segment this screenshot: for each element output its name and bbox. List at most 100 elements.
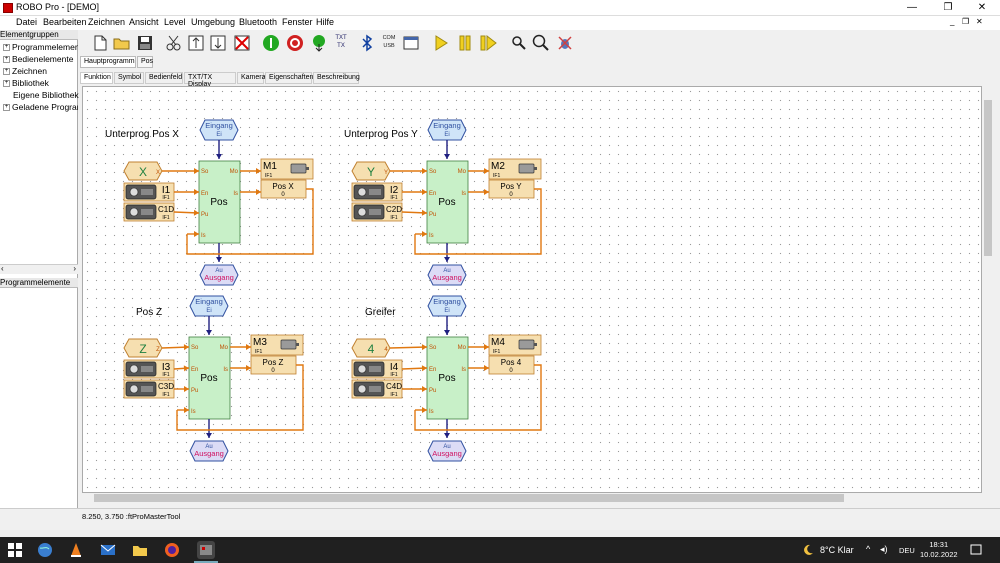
subroutine-name: Pos	[438, 197, 455, 208]
step-icon[interactable]	[479, 34, 497, 52]
start-online-icon[interactable]	[262, 34, 280, 52]
sensor-if: IF1	[390, 372, 397, 378]
save-icon[interactable]	[136, 34, 154, 52]
panel-horizontal-scrollbar[interactable]: ‹ ›	[0, 264, 78, 274]
tree-item-geladene-programme[interactable]: +Geladene Programme	[3, 102, 78, 112]
port-is: Is	[201, 233, 206, 239]
firefox-icon[interactable]	[163, 541, 181, 559]
menu-datei[interactable]: Datei	[16, 17, 37, 27]
eingang-label: Eingang	[433, 121, 461, 130]
play-icon[interactable]	[432, 34, 450, 52]
mdi-minimize-button[interactable]: _	[950, 17, 954, 26]
mdi-close-button[interactable]: ✕	[976, 17, 983, 26]
menu-bluetooth[interactable]: Bluetooth	[239, 17, 277, 27]
tree-item-bibliothek[interactable]: + Bibliothek	[3, 78, 78, 88]
weather-text[interactable]: 8°C Klar	[820, 545, 854, 555]
paste-icon[interactable]	[209, 34, 227, 52]
tab-beschreibung[interactable]: Beschreibung	[313, 72, 360, 84]
close-button[interactable]: ✕	[966, 0, 998, 16]
variable-name: 4	[368, 342, 375, 356]
menu-zeichnen[interactable]: Zeichnen	[88, 17, 125, 27]
control-panel-window-icon[interactable]	[402, 34, 420, 52]
mdi-restore-button[interactable]: ❐	[962, 17, 969, 26]
expand-icon[interactable]: +	[3, 56, 10, 64]
cut-icon[interactable]	[165, 34, 183, 52]
maximize-button[interactable]: ❐	[932, 0, 964, 16]
robo-pro-taskbar-icon[interactable]	[197, 541, 215, 559]
copy-icon[interactable]	[187, 34, 205, 52]
eingang-sub: Ei	[444, 132, 449, 138]
menu-ansicht[interactable]: Ansicht	[129, 17, 159, 27]
flow-diagram[interactable]: Unterprog Pos X Eingang Ei Pos So En Pu Is Mo Is A…	[83, 87, 982, 493]
expand-icon[interactable]: +	[3, 68, 10, 76]
tree-item-zeichnen[interactable]: + Zeichnen	[3, 66, 78, 76]
horizontal-scrollbar[interactable]	[82, 493, 982, 503]
variable-name: X	[139, 165, 147, 179]
tree-item-bedienelemente[interactable]: + Bedienelemente	[3, 54, 78, 64]
tab-hauptprogramm[interactable]: Hauptprogramm	[80, 56, 136, 68]
file-explorer-icon[interactable]	[131, 541, 149, 559]
program-canvas[interactable]: Unterprog Pos X Eingang Ei Pos So En Pu Is Mo Is A…	[82, 86, 982, 493]
pause-icon[interactable]	[456, 34, 474, 52]
windows-start-icon[interactable]	[6, 541, 24, 559]
port-en: En	[429, 191, 436, 197]
port-mo: Mo	[230, 169, 239, 175]
element-groups-panel: Elementgruppen +Programmelemente +Bedien…	[0, 30, 79, 508]
notification-icon[interactable]	[970, 544, 982, 556]
zoom-out-icon[interactable]	[510, 34, 528, 52]
delete-icon[interactable]	[233, 34, 251, 52]
menu-bearbeiten[interactable]: Bearbeiten	[43, 17, 87, 27]
mail-icon[interactable]	[99, 541, 117, 559]
scroll-left-arrow-icon[interactable]: ‹	[1, 264, 4, 273]
new-file-icon[interactable]	[91, 34, 109, 52]
tree-item-programmelemente[interactable]: +Programmelemente	[3, 42, 78, 52]
clock-date: 10.02.2022	[920, 550, 958, 559]
variable-name: Y	[367, 165, 375, 179]
menu-hilfe[interactable]: Hilfe	[316, 17, 334, 27]
subroutine-name: Pos	[210, 197, 227, 208]
expand-icon[interactable]: +	[3, 80, 10, 88]
vertical-scroll-thumb[interactable]	[984, 100, 992, 256]
port-mo: Mo	[458, 345, 467, 351]
download-icon[interactable]	[310, 34, 328, 52]
variable-port: Y	[384, 170, 388, 176]
debug-icon[interactable]	[556, 34, 574, 52]
open-folder-icon[interactable]	[113, 34, 131, 52]
block-title: Pos Z	[136, 307, 162, 318]
vlc-icon[interactable]	[67, 541, 85, 559]
minimize-button[interactable]: —	[896, 0, 928, 16]
tab-bedienfeld[interactable]: Bedienfeld	[145, 72, 183, 84]
language-indicator[interactable]: DEU	[899, 546, 915, 555]
com-usb-icon[interactable]: COM USB	[380, 34, 398, 52]
tab-txt-tx-display[interactable]: TXT/TX Display	[184, 72, 236, 88]
ausgang-label: Ausgang	[432, 449, 462, 458]
clock[interactable]: 18:31 10.02.2022	[920, 540, 958, 560]
port-is: Is	[429, 409, 434, 415]
tab-symbol[interactable]: Symbol	[114, 72, 144, 84]
block-title: Unterprog Pos X	[105, 129, 179, 140]
tab-kamera[interactable]: Kamera	[237, 72, 266, 84]
scroll-right-arrow-icon[interactable]: ›	[73, 264, 76, 273]
stop-icon[interactable]	[286, 34, 304, 52]
tab-eigenschaften[interactable]: Eigenschaften	[265, 72, 313, 84]
menu-fenster[interactable]: Fenster	[282, 17, 313, 27]
horizontal-scroll-thumb[interactable]	[94, 494, 844, 502]
counter-if: IF1	[162, 392, 169, 398]
globe-app-icon[interactable]	[36, 541, 54, 559]
txt-tx-interface-icon[interactable]: TXT TX	[332, 34, 350, 52]
ausgang-label: Ausgang	[194, 449, 224, 458]
expand-icon[interactable]: +	[3, 44, 10, 52]
expand-icon[interactable]: +	[3, 104, 10, 112]
tray-chevron-up-icon[interactable]: ^	[866, 544, 870, 554]
zoom-in-icon[interactable]	[532, 34, 550, 52]
motor-icon	[290, 163, 307, 174]
menu-umgebung[interactable]: Umgebung	[191, 17, 235, 27]
subroutine-name: Pos	[200, 373, 217, 384]
tab-funktion[interactable]: Funktion	[80, 72, 113, 84]
vertical-scrollbar[interactable]	[982, 86, 994, 493]
tree-item-eigene-bibliothek[interactable]: Eigene Bibliothek	[13, 90, 88, 100]
volume-icon[interactable]: ◂)	[880, 544, 888, 555]
tab-pos[interactable]: Pos	[137, 56, 153, 68]
bluetooth-icon[interactable]	[358, 34, 376, 52]
menu-level[interactable]: Level	[164, 17, 186, 27]
